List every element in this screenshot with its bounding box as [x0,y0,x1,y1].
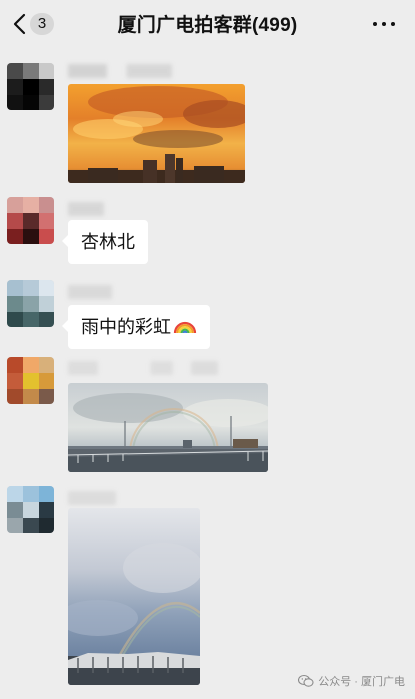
message-text: 杏林北 [81,232,135,252]
sender-name [68,285,112,299]
chat-message: 雨中的彩虹 [0,280,415,352]
avatar[interactable] [7,486,54,533]
group-chat-title: 厦门广电拍客群(499) [117,15,298,36]
message-text: 雨中的彩虹 [81,317,171,337]
sender-name [68,491,116,505]
chat-message [0,357,415,477]
watermark-text: 公众号 · 厦门广电 [318,676,405,688]
message-bubble[interactable]: 雨中的彩虹 [62,305,210,349]
sunset-clouds-photo[interactable] [68,84,245,183]
rainbow-emoji-icon [173,321,197,334]
chat-header: 3 厦门广电拍客群(499) [0,0,415,48]
chat-message [0,60,415,190]
sender-name [68,64,198,78]
rainbow-sky-photo[interactable] [68,508,200,685]
rainbow-bridge-photo[interactable] [68,383,268,472]
chat-message: 杏林北 [0,197,415,269]
more-horizontal-icon[interactable] [371,14,397,34]
sender-name [68,202,104,216]
message-bubble[interactable]: 杏林北 [62,220,148,264]
avatar[interactable] [7,280,54,327]
avatar[interactable] [7,197,54,244]
watermark: 公众号 · 厦门广电 [298,671,405,693]
avatar[interactable] [7,357,54,404]
wechat-icon [298,674,314,687]
sender-name [68,361,218,375]
chat-message [0,486,415,691]
avatar[interactable] [7,63,54,110]
